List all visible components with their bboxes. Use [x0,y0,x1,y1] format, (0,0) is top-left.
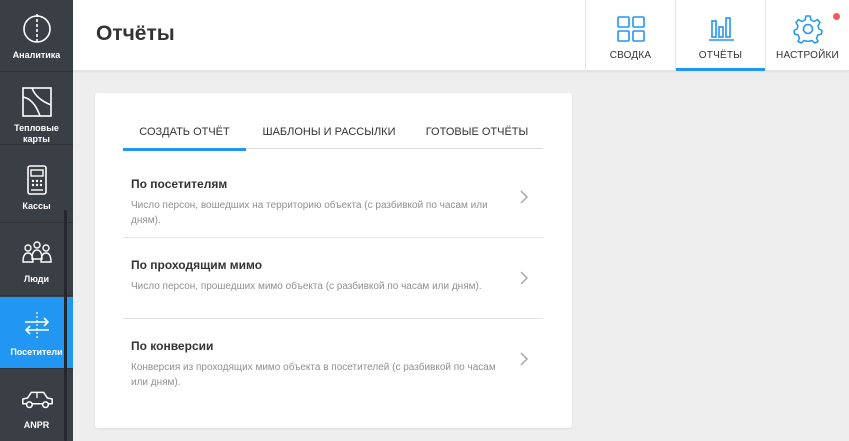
chevron-right-icon [520,352,529,366]
tab-label: СОЗДАТЬ ОТЧЁТ [139,126,230,138]
visitors-icon [19,309,55,343]
sidebar-item-anpr[interactable]: ANPR [0,370,73,441]
report-title: По конверсии [131,339,214,353]
sidebar: Аналитика Тепловые карты Кассы Люди Посе… [0,0,73,441]
chevron-right-icon [520,190,529,204]
report-item-passersby[interactable]: По проходящим мимо Число персон, прошедш… [123,238,543,319]
tab-settings[interactable]: НАСТРОЙКИ [765,0,849,71]
tab-summary[interactable]: СВОДКА [585,0,675,71]
tab-label: СВОДКА [609,50,652,61]
sidebar-item-cash-registers[interactable]: Кассы [0,151,73,223]
sidebar-item-label: Кассы [22,201,51,211]
dashboard-icon [615,14,647,44]
sidebar-item-visitors[interactable]: Посетители [0,297,73,369]
report-item-visitors[interactable]: По посетителям Число персон, вошедших на… [123,157,543,238]
sidebar-item-heatmaps[interactable]: Тепловые карты [0,73,73,145]
sidebar-item-label: Посетители [10,347,63,357]
chevron-right-icon [520,271,529,285]
report-description: Конверсия из проходящих мимо объекта в п… [131,362,496,388]
heatmap-icon [19,85,55,119]
cash-register-icon [19,163,55,197]
tab-ready-reports[interactable]: ГОТОВЫЕ ОТЧЁТЫ [418,115,536,149]
sidebar-scrollbar[interactable] [64,210,67,441]
car-icon [19,382,55,416]
sidebar-item-label: Тепловые карты [14,123,59,144]
tab-label: ОТЧЁТЫ [698,50,743,61]
tab-label: НАСТРОЙКИ [776,50,839,61]
sidebar-item-label: ANPR [23,420,50,430]
notification-badge [833,13,840,20]
report-title: По проходящим мимо [131,258,263,272]
report-item-conversion[interactable]: По конверсии Конверсия из проходящих мим… [123,319,543,400]
sidebar-item-analytics[interactable]: Аналитика [0,0,73,72]
report-tabs: СОЗДАТЬ ОТЧЁТ ШАБЛОНЫ И РАССЫЛКИ ГОТОВЫЕ… [123,115,543,151]
tab-templates[interactable]: ШАБЛОНЫ И РАССЫЛКИ [254,115,404,149]
header: Отчёты СВОДКА ОТЧЁТЫ НАСТРОЙКИ [73,0,849,71]
sidebar-item-label: Аналитика [12,50,61,60]
reports-card: СОЗДАТЬ ОТЧЁТ ШАБЛОНЫ И РАССЫЛКИ ГОТОВЫЕ… [95,93,572,428]
bar-chart-icon [705,14,737,44]
tab-create-report[interactable]: СОЗДАТЬ ОТЧЁТ [123,115,246,151]
sidebar-item-label: Люди [23,274,50,284]
gear-icon [792,14,824,44]
tab-label: ГОТОВЫЕ ОТЧЁТЫ [425,126,529,138]
report-description: Число персон, прошедших мимо объекта (с … [131,281,482,292]
people-icon [19,236,55,270]
sidebar-item-people[interactable]: Люди [0,224,73,296]
tab-reports[interactable]: ОТЧЁТЫ [675,0,765,71]
report-description: Число персон, вошедших на территорию объ… [131,200,488,226]
analytics-icon [19,12,55,46]
page-title: Отчёты [96,22,175,45]
tab-label: ШАБЛОНЫ И РАССЫЛКИ [262,126,396,138]
report-title: По посетителям [131,177,228,191]
